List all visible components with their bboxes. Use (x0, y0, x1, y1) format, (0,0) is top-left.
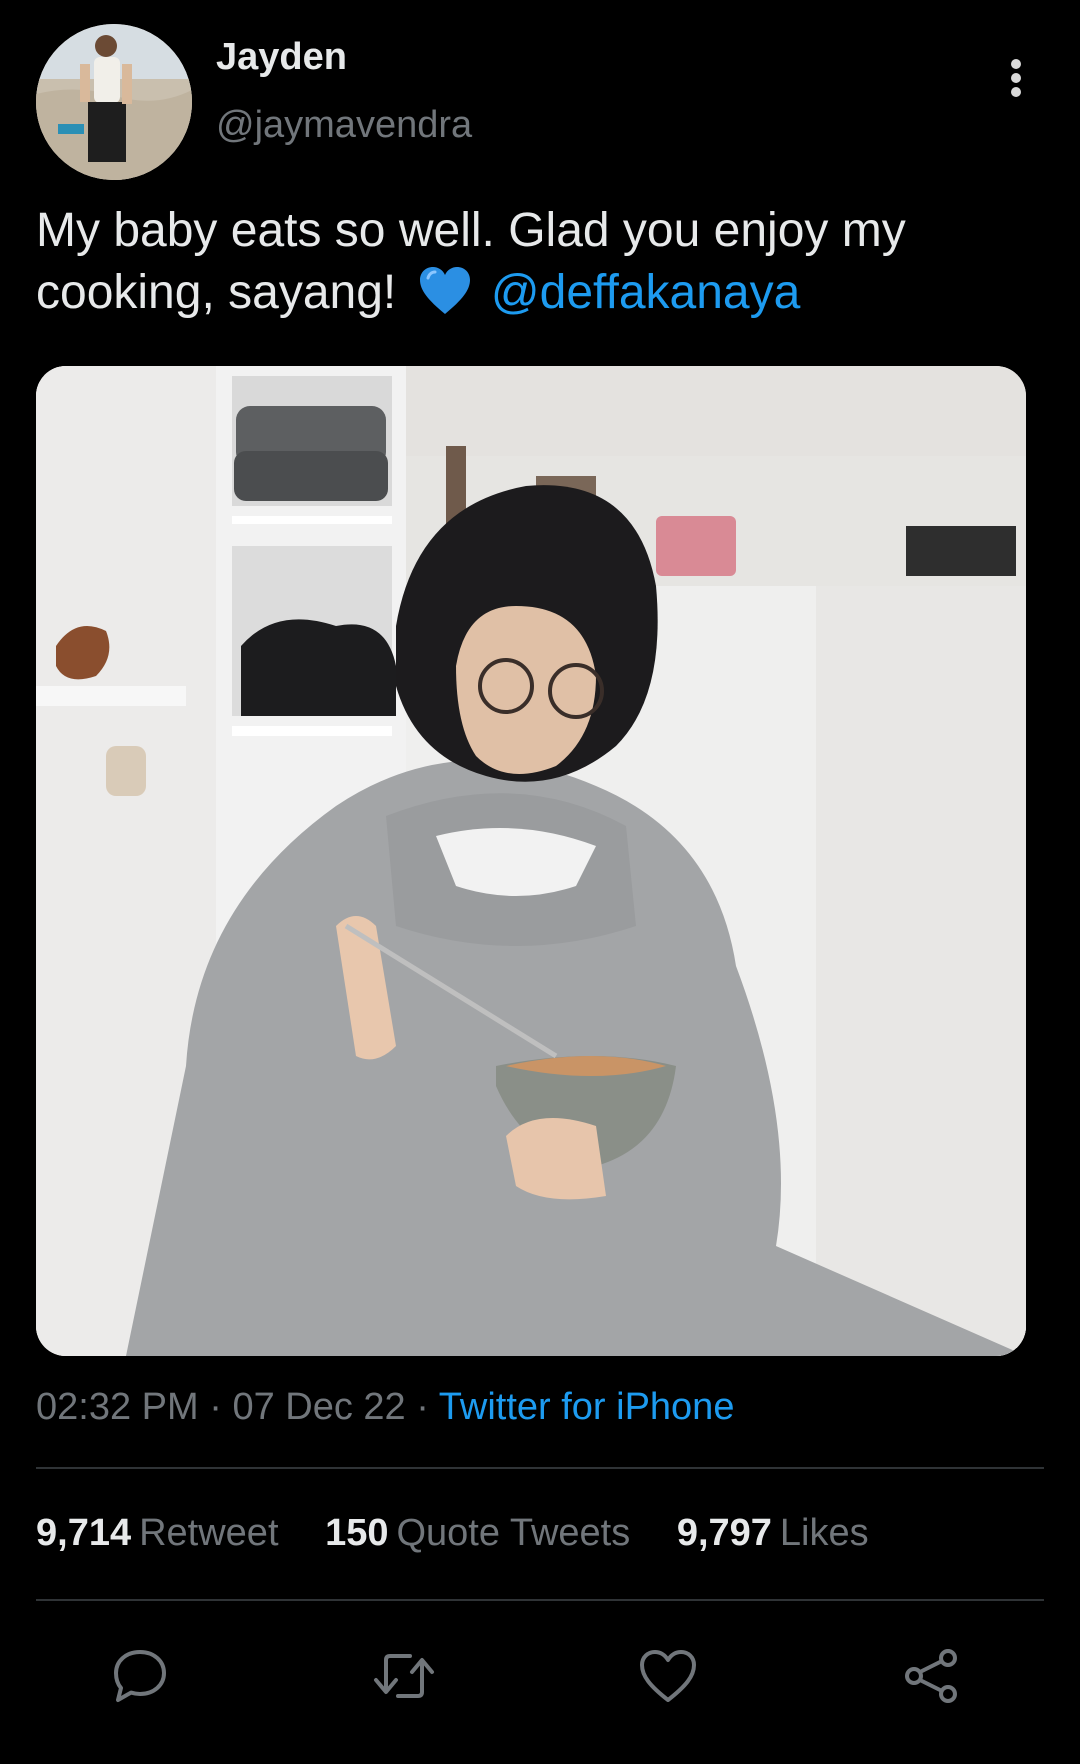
like-button[interactable] (628, 1636, 708, 1716)
likes-label: Likes (779, 1512, 869, 1554)
retweets-label: Retweet (139, 1512, 279, 1554)
tweet-header: Jayden @jaymavendra (36, 24, 1044, 180)
tweet-text: My baby eats so well. Glad you enjoy my … (36, 200, 1046, 332)
tweet-date[interactable]: 07 Dec 22 (232, 1386, 405, 1428)
retweets-stat[interactable]: 9,714 Retweet (36, 1512, 279, 1555)
reply-icon (114, 1650, 166, 1702)
likes-stat[interactable]: 9,797 Likes (677, 1512, 869, 1555)
tweet-detail-page: Jayden @jaymavendra My baby eats so well… (0, 0, 1080, 1764)
heart-icon (640, 1650, 696, 1702)
tweet-source[interactable]: Twitter for iPhone (439, 1386, 735, 1428)
retweet-button[interactable] (364, 1636, 444, 1716)
share-button[interactable] (892, 1636, 972, 1716)
tweet-actions (36, 1636, 1044, 1716)
blue-heart-emoji-icon (418, 266, 472, 332)
author-display-name[interactable]: Jayden (216, 36, 347, 79)
author-avatar[interactable] (36, 24, 192, 180)
more-vertical-icon (1011, 59, 1021, 97)
tweet-time[interactable]: 02:32 PM (36, 1386, 199, 1428)
more-options-button[interactable] (988, 50, 1044, 106)
likes-count: 9,797 (676, 1512, 772, 1554)
tweet-meta: 02:32 PM · 07 Dec 22 · Twitter for iPhon… (36, 1386, 734, 1429)
quote-tweets-stat[interactable]: 150 Quote Tweets (325, 1512, 630, 1555)
divider-top (36, 1467, 1044, 1469)
divider-bottom (36, 1599, 1044, 1601)
quotes-count: 150 (325, 1512, 389, 1554)
mention-link[interactable]: @deffakanaya (491, 266, 800, 319)
retweet-icon (374, 1654, 434, 1698)
meta-separator: · (416, 1386, 429, 1428)
retweets-count: 9,714 (36, 1512, 132, 1554)
share-icon (905, 1649, 957, 1703)
tweet-photo[interactable] (36, 366, 1026, 1356)
author-handle[interactable]: @jaymavendra (216, 104, 472, 147)
quotes-label: Quote Tweets (396, 1512, 631, 1554)
meta-separator: · (209, 1386, 222, 1428)
tweet-stats: 9,714 Retweet 150 Quote Tweets 9,797 Likes (36, 1512, 905, 1555)
reply-button[interactable] (100, 1636, 180, 1716)
